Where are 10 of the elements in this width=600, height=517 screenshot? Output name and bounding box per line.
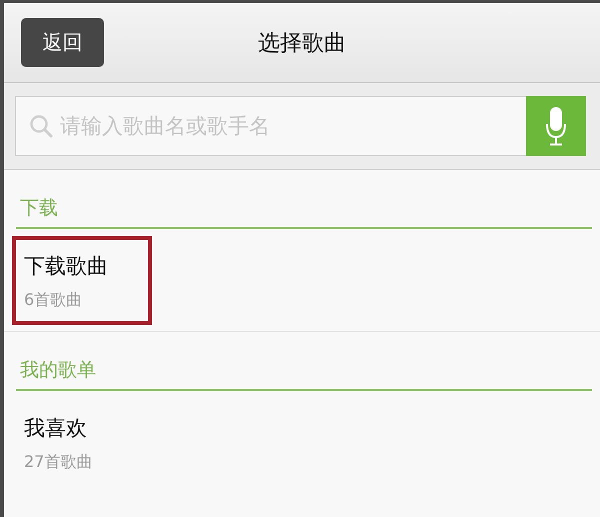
section-header: 下载: [16, 195, 592, 229]
section-header: 我的歌单: [16, 357, 592, 391]
playlist-title[interactable]: 下载歌曲: [24, 252, 108, 280]
song-count: 27首歌曲: [24, 452, 92, 472]
microphone-icon: [546, 106, 566, 146]
song-count: 6首歌曲: [24, 290, 84, 310]
voice-button[interactable]: [526, 96, 586, 156]
screen-title: 选择歌曲: [258, 30, 346, 58]
back-button[interactable]: 返回: [21, 18, 104, 67]
playlist-title[interactable]: 我喜欢: [24, 414, 92, 442]
